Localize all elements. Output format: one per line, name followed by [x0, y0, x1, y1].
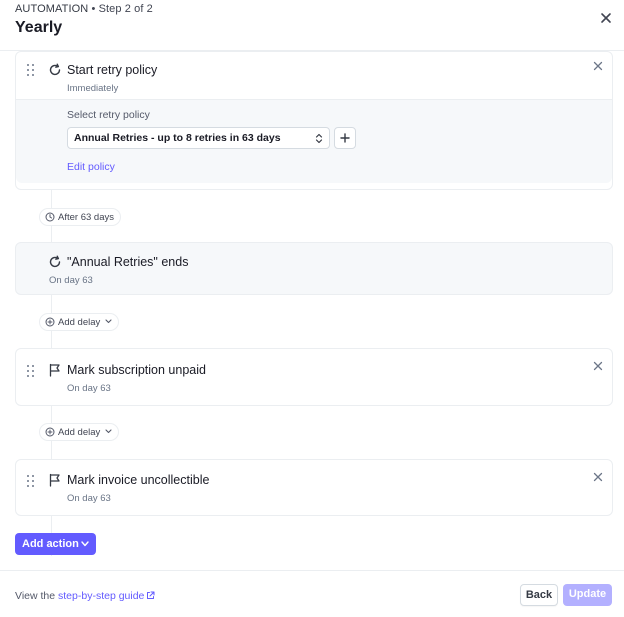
remove-step-icon[interactable]: [592, 471, 604, 483]
step-card-subscription-unpaid: Mark subscription unpaid On day 63: [15, 348, 613, 406]
header-eyebrow: AUTOMATION • Step 2 of 2: [15, 3, 153, 15]
plus-circle-icon: [45, 427, 55, 437]
footer-guide-text: View the step-by-step guide: [15, 590, 155, 602]
delay-pill[interactable]: After 63 days: [39, 208, 121, 226]
plus-circle-icon: [45, 317, 55, 327]
footer-prefix: View the: [15, 590, 56, 602]
retry-icon: [49, 255, 61, 268]
drag-handle-icon[interactable]: [27, 64, 37, 76]
add-delay-button[interactable]: Add delay: [39, 423, 120, 441]
drag-handle-icon[interactable]: [27, 475, 37, 487]
remove-step-icon[interactable]: [592, 60, 604, 72]
step-title: Mark subscription unpaid: [67, 363, 206, 377]
chevron-down-icon: [105, 319, 112, 324]
step-subtitle: On day 63: [67, 383, 111, 394]
step-card-invoice-uncollectible: Mark invoice uncollectible On day 63: [15, 459, 613, 516]
add-delay-button[interactable]: Add delay: [39, 313, 120, 331]
drag-handle-icon[interactable]: [27, 365, 37, 377]
step-subtitle: On day 63: [67, 493, 111, 504]
step-card-retry-policy: Start retry policy Immediately Select re…: [15, 51, 613, 190]
edit-policy-link[interactable]: Edit policy: [67, 161, 115, 173]
close-icon[interactable]: [598, 10, 614, 26]
add-action-button[interactable]: Add action: [15, 533, 96, 555]
step-by-step-guide-link[interactable]: step-by-step guide: [58, 590, 155, 602]
select-chevrons-icon: [315, 133, 323, 144]
chevron-down-icon: [105, 429, 112, 434]
add-action-label: Add action: [22, 538, 79, 550]
step-indicator: • Step 2 of 2: [91, 3, 153, 15]
step-card-retry-ends: "Annual Retries" ends On day 63: [15, 242, 613, 295]
flag-icon: [49, 473, 60, 487]
retry-policy-value: Annual Retries - up to 8 retries in 63 d…: [74, 132, 281, 144]
step-subtitle: Immediately: [67, 83, 119, 94]
retry-policy-settings: Select retry policy Annual Retries - up …: [16, 99, 612, 183]
footer-divider: [0, 570, 624, 571]
clock-icon: [45, 212, 55, 222]
add-delay-label: Add delay: [58, 317, 101, 328]
select-retry-policy-label: Select retry policy: [67, 109, 150, 121]
add-policy-button[interactable]: [334, 127, 356, 149]
retry-policy-select[interactable]: Annual Retries - up to 8 retries in 63 d…: [67, 127, 330, 149]
step-subtitle: On day 63: [49, 275, 93, 286]
update-button[interactable]: Update: [563, 584, 612, 606]
step-title: Mark invoice uncollectible: [67, 473, 210, 487]
plus-icon: [340, 133, 350, 143]
remove-step-icon[interactable]: [592, 360, 604, 372]
flag-icon: [49, 363, 60, 377]
page-title: Yearly: [15, 19, 63, 36]
back-button[interactable]: Back: [520, 584, 558, 606]
step-title: "Annual Retries" ends: [67, 255, 189, 269]
guide-link-label: step-by-step guide: [58, 590, 145, 602]
step-title: Start retry policy: [67, 63, 158, 77]
chevron-down-icon: [81, 541, 89, 547]
add-delay-label: Add delay: [58, 427, 101, 438]
external-link-icon: [147, 591, 155, 599]
delay-pill-label: After 63 days: [58, 212, 114, 223]
retry-icon: [49, 63, 61, 76]
automation-label: AUTOMATION: [15, 3, 89, 15]
